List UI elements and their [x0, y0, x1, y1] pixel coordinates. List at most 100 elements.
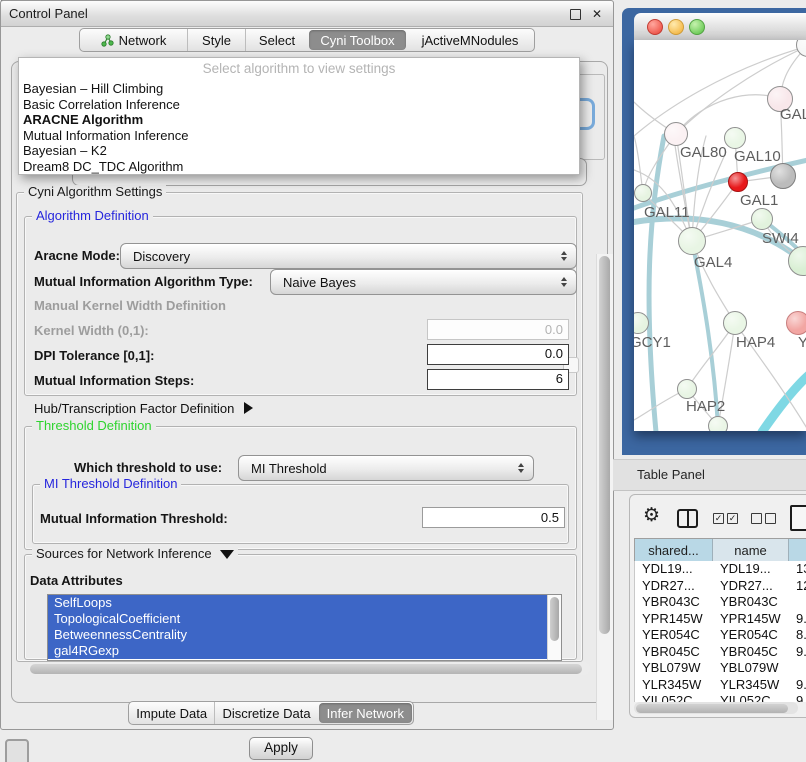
unchecked-checkbox-icon[interactable] — [751, 513, 762, 524]
table-row[interactable]: YPR145WYPR145W9. — [635, 611, 806, 628]
table-row[interactable]: YBR043CYBR043C — [635, 594, 806, 611]
sources-title[interactable]: Sources for Network Inference — [32, 547, 238, 561]
scrollbar-thumb[interactable] — [550, 597, 559, 641]
mi-threshold-label: Mutual Information Threshold: — [40, 511, 228, 526]
table-row[interactable]: YER054CYER054C8. — [635, 627, 806, 644]
network-node[interactable] — [751, 208, 773, 230]
table-row[interactable]: YBL079WYBL079W — [635, 660, 806, 677]
algorithm-option[interactable]: Dream8 DC_TDC Algorithm — [19, 159, 579, 175]
close-window-icon[interactable]: ✕ — [591, 8, 603, 20]
mi-steps-field[interactable]: 6 — [427, 369, 569, 390]
float-window-icon[interactable] — [570, 9, 581, 20]
table-horizontal-scrollbar[interactable] — [634, 702, 798, 714]
table-cell: 9. — [789, 693, 806, 702]
table-row[interactable]: YIL052CYIL052C9. — [635, 693, 806, 702]
attribute-list-item[interactable]: SelfLoops — [48, 595, 561, 611]
scrollbar-thumb[interactable] — [599, 256, 610, 634]
table-row[interactable]: YDR27...YDR27...12 — [635, 578, 806, 595]
tab-label: Style — [202, 33, 231, 48]
algorithm-option[interactable]: ARACNE Algorithm — [19, 112, 579, 128]
aracne-mode-combobox[interactable]: Discovery — [120, 243, 577, 269]
network-canvas[interactable]: GALGAL80GAL10GAL1GAL11SWI4GAL4GCY1HAP4YH… — [634, 40, 806, 431]
algorithm-option[interactable]: Basic Correlation Inference — [19, 97, 579, 113]
network-node[interactable] — [786, 311, 806, 335]
attribute-list-item[interactable]: TopologicalCoefficient — [48, 611, 561, 627]
data-attributes-label: Data Attributes — [30, 573, 123, 588]
scrollbar-thumb[interactable] — [30, 664, 582, 674]
network-icon — [101, 34, 114, 47]
network-node[interactable] — [723, 311, 747, 335]
sources-title-label: Sources for Network Inference — [36, 546, 212, 561]
unchecked-checkbox-icon[interactable] — [765, 513, 776, 524]
network-view-window[interactable]: GALGAL80GAL10GAL1GAL11SWI4GAL4GCY1HAP4YH… — [622, 8, 806, 455]
table-cell: YBR045C — [713, 644, 789, 661]
page-icon[interactable] — [790, 505, 806, 531]
node-label: Y — [798, 334, 806, 351]
collapsed-panel-icon[interactable] — [5, 739, 29, 762]
node-label: GAL1 — [740, 192, 778, 209]
attribute-list-item[interactable]: BetweennessCentrality — [48, 627, 561, 643]
checked-checkbox-icon[interactable]: ✓ — [727, 513, 738, 524]
expand-right-icon[interactable] — [244, 402, 253, 414]
table-cell: YDR27... — [713, 578, 789, 595]
close-traffic-light-icon[interactable] — [647, 19, 663, 35]
tab-impute-data[interactable]: Impute Data — [129, 702, 214, 724]
table-cell: YBL079W — [713, 660, 789, 677]
algorithm-option[interactable]: Bayesian – K2 — [19, 143, 579, 159]
network-node[interactable] — [634, 184, 652, 202]
network-node[interactable] — [677, 379, 697, 399]
tab-discretize-data[interactable]: Discretize Data — [214, 702, 317, 724]
network-node[interactable] — [724, 127, 746, 149]
column-header-name[interactable]: name — [713, 539, 789, 562]
algorithm-option[interactable]: Bayesian – Hill Climbing — [19, 81, 579, 97]
gear-icon[interactable]: ⚙ — [643, 505, 660, 527]
scrollbar-thumb[interactable] — [636, 704, 788, 713]
network-edge[interactable] — [649, 136, 664, 431]
kernel-width-field[interactable]: 0.0 — [427, 319, 569, 340]
zoom-traffic-light-icon[interactable] — [689, 19, 705, 35]
application-root: Control Panel ✕ Network Style Select — [0, 0, 806, 762]
apply-button[interactable]: Apply — [249, 737, 313, 760]
network-node[interactable] — [708, 416, 728, 431]
mi-threshold-field[interactable]: 0.5 — [422, 507, 565, 528]
data-attributes-list[interactable]: SelfLoopsTopologicalCoefficientBetweenne… — [47, 594, 562, 661]
tab-style[interactable]: Style — [187, 29, 245, 51]
tab-jactivemnodules[interactable]: jActiveMNodules — [407, 29, 533, 51]
columns-icon[interactable] — [677, 509, 698, 528]
settings-horizontal-scrollbar[interactable] — [28, 662, 590, 675]
settings-vertical-scrollbar[interactable] — [596, 254, 613, 720]
tab-cyni-toolbox[interactable]: Cyni Toolbox — [309, 30, 406, 50]
tab-network[interactable]: Network — [80, 29, 187, 51]
table-cell: YPR145W — [635, 611, 713, 628]
network-edge[interactable] — [762, 374, 806, 431]
collapse-down-icon[interactable] — [220, 550, 234, 559]
tab-label: Select — [259, 33, 295, 48]
network-window-titlebar[interactable] — [634, 13, 806, 41]
column-header-clipped[interactable] — [789, 539, 806, 562]
mi-algorithm-type-combobox[interactable]: Naive Bayes — [270, 269, 577, 295]
attribute-list-item[interactable]: gal4RGexp — [48, 643, 561, 659]
network-node[interactable] — [678, 227, 706, 255]
network-node[interactable] — [770, 163, 796, 189]
node-label: SWI4 — [762, 230, 799, 247]
node-label: HAP2 — [686, 398, 725, 415]
minimize-traffic-light-icon[interactable] — [668, 19, 684, 35]
table-row[interactable]: YBR045CYBR045C9. — [635, 644, 806, 661]
algorithm-option[interactable]: Mutual Information Inference — [19, 128, 579, 144]
network-node[interactable] — [664, 122, 688, 146]
tab-infer-network[interactable]: Infer Network — [319, 703, 412, 723]
which-threshold-combobox[interactable]: MI Threshold — [238, 455, 534, 481]
network-node[interactable] — [728, 172, 748, 192]
hub-definition-section[interactable]: Hub/Transcription Factor Definition — [34, 401, 253, 416]
list-vertical-scrollbar[interactable] — [547, 595, 561, 660]
tab-select[interactable]: Select — [245, 29, 308, 51]
column-header-shared-name[interactable]: shared... — [635, 539, 713, 562]
checked-checkbox-icon[interactable]: ✓ — [713, 513, 724, 524]
table-row[interactable]: YDL19...YDL19...13 — [635, 561, 806, 578]
aracne-mode-label: Aracne Mode: — [34, 248, 120, 263]
dropdown-prompt: Select algorithm to view settings — [19, 58, 579, 80]
table-row[interactable]: YLR345WYLR345W9. — [635, 677, 806, 694]
table-cell: YBR045C — [635, 644, 713, 661]
dpi-tolerance-field[interactable]: 0.0 — [427, 344, 569, 365]
spinner-arrows-icon — [561, 251, 567, 261]
